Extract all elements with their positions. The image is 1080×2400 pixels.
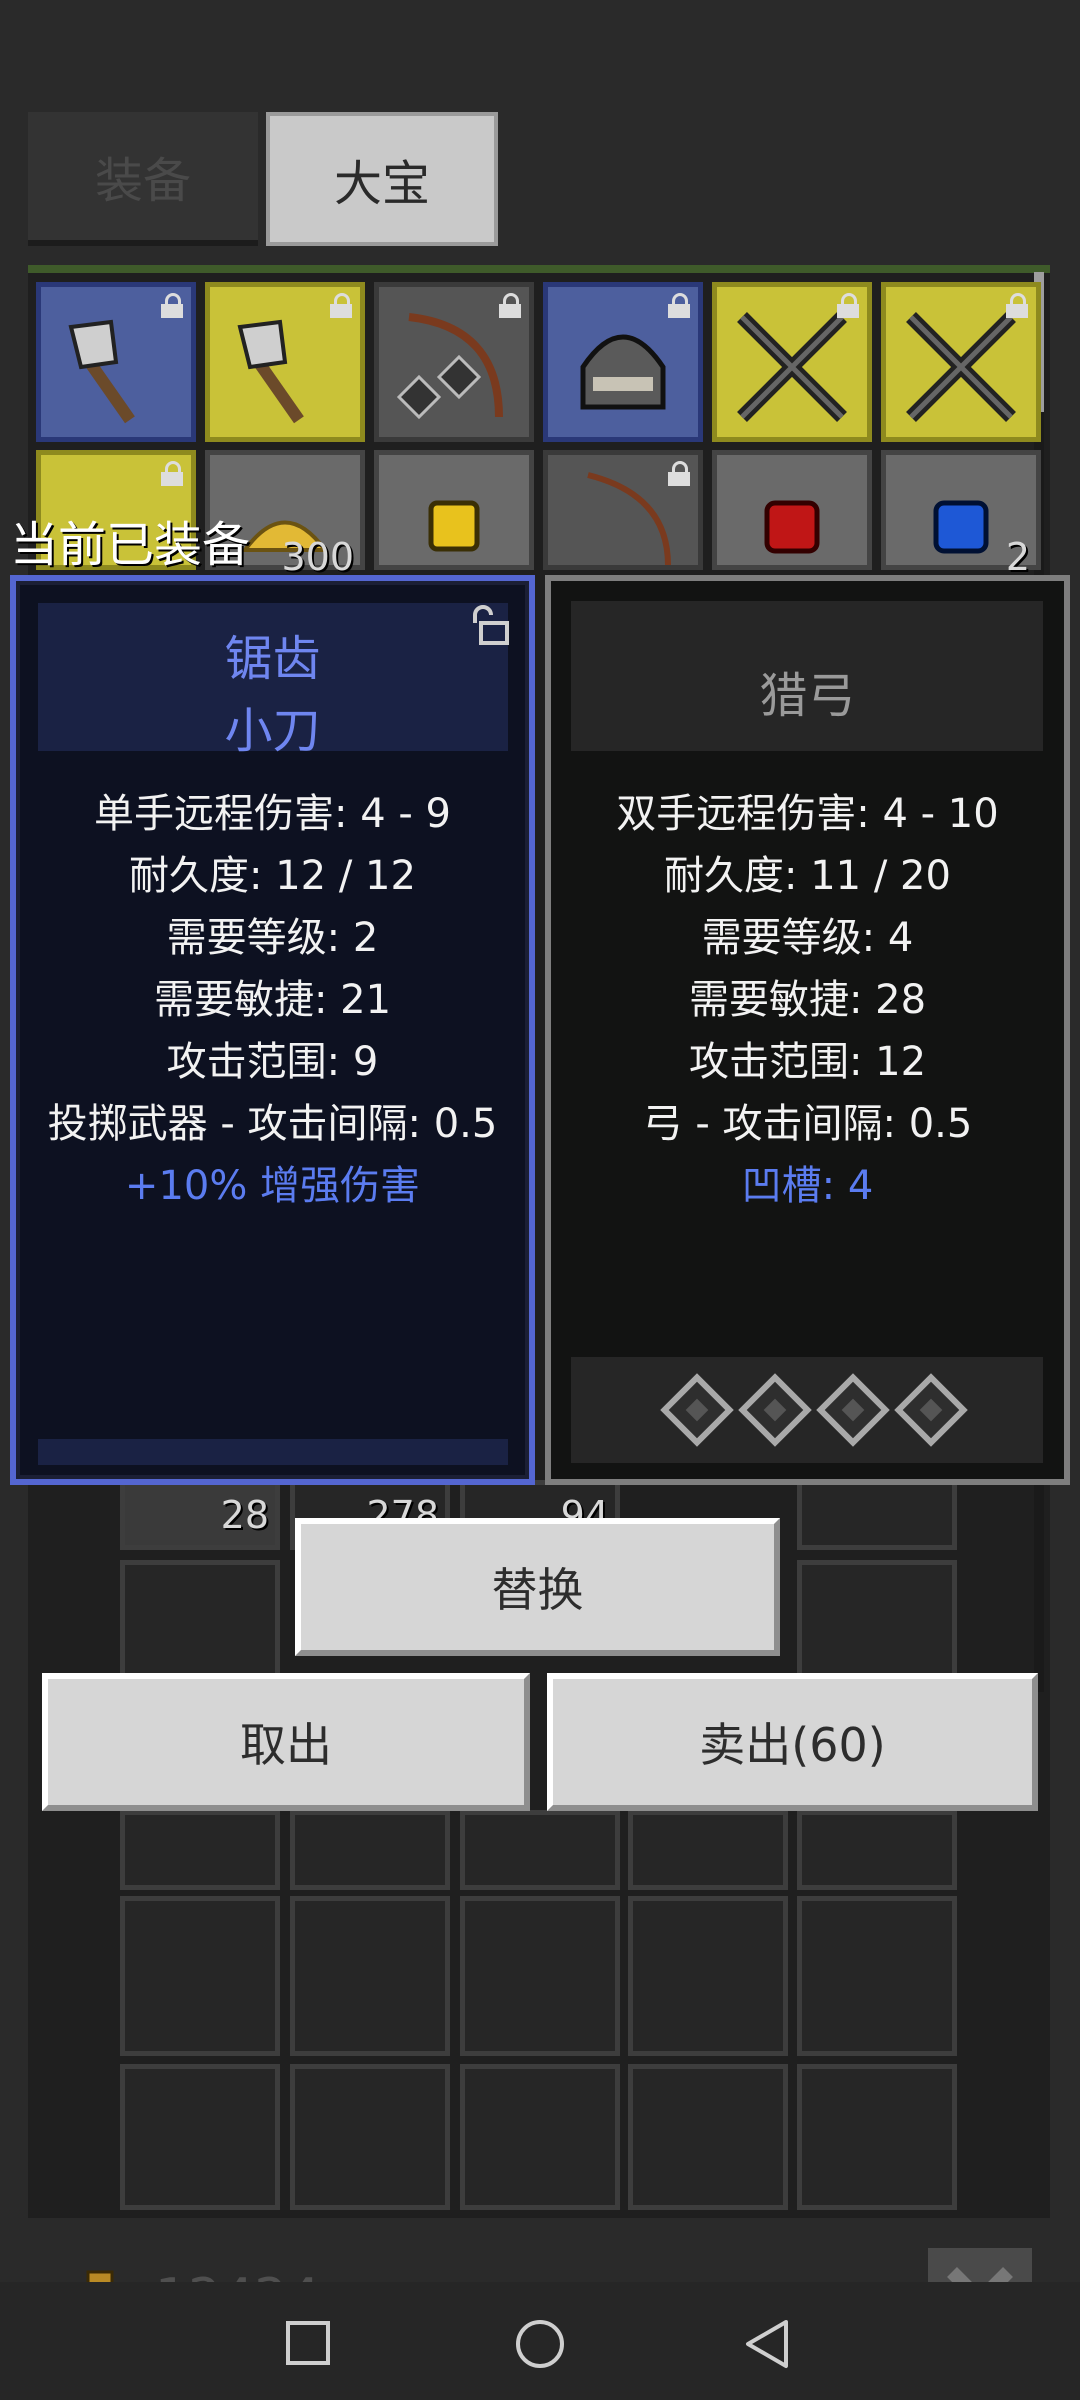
inventory-slot[interactable] (290, 1896, 450, 2056)
back-icon[interactable] (742, 2318, 792, 2370)
inventory-slot-yellow-gem[interactable] (374, 450, 534, 570)
item-name-line2: 小刀 (224, 703, 321, 759)
inventory-slot-helmet[interactable] (543, 282, 703, 442)
stat-damage: 双手远程伤害: 4 - 10 (616, 791, 999, 837)
red-gem-icon (764, 500, 820, 554)
equipped-item-name: 猎弓 (759, 668, 856, 724)
empty-socket-icon (738, 1373, 812, 1447)
lock-icon (668, 293, 690, 319)
stat-attack-range: 攻击范围: 9 (166, 1039, 379, 1085)
sell-button[interactable]: 卖出(60) (547, 1673, 1038, 1811)
inventory-slot[interactable] (460, 2064, 620, 2210)
inventory-slot-bow-2[interactable] (543, 450, 703, 570)
lock-icon (668, 461, 690, 487)
inventory-slot-axe-2[interactable] (205, 282, 365, 442)
inventory-slot[interactable] (460, 1896, 620, 2056)
empty-socket-icon (894, 1373, 968, 1447)
system-navigation-bar (0, 2282, 1080, 2400)
stat-damage: 单手远程伤害: 4 - 9 (94, 791, 451, 837)
item-quantity: 28 (220, 1493, 269, 1537)
inventory-slot[interactable] (460, 1810, 620, 1890)
selected-item-card: 锯齿 小刀 单手远程伤害: 4 - 9 耐久度: 12 / 12 需要等级: 2… (10, 575, 535, 1485)
inventory-slot[interactable] (628, 1896, 788, 2056)
recent-apps-icon[interactable] (285, 2320, 331, 2366)
inventory-slot[interactable] (797, 2064, 957, 2210)
inventory-slot-crossed-sticks-2[interactable] (881, 282, 1041, 442)
home-icon[interactable] (514, 2318, 566, 2370)
stat-durability: 耐久度: 11 / 20 (664, 853, 951, 899)
lock-icon (161, 293, 183, 319)
take-out-button[interactable]: 取出 (42, 1673, 530, 1811)
inventory-slot[interactable] (120, 2064, 280, 2210)
stat-sockets: 凹槽: 4 (741, 1163, 874, 1209)
stat-required-dex: 需要敏捷: 28 (688, 977, 927, 1023)
stat-bonus: +10% 增强伤害 (124, 1163, 421, 1209)
yellow-gem-icon (428, 500, 480, 552)
lock-icon (1006, 293, 1028, 319)
lock-icon (499, 293, 521, 319)
empty-socket-icon (816, 1373, 890, 1447)
equipped-title: 当前已装备 (10, 517, 251, 573)
stat-attack-interval: 投掷武器 - 攻击间隔: 0.5 (47, 1101, 498, 1147)
inventory-slot[interactable] (628, 1810, 788, 1890)
item-name-line1: 锯齿 (224, 631, 321, 687)
inventory-slot[interactable] (120, 1896, 280, 2056)
inventory-slot-blue-gem[interactable]: 2 (881, 450, 1041, 579)
inventory-slot-crossed-sticks[interactable] (712, 282, 872, 442)
lock-icon (161, 461, 183, 487)
stat-required-dex: 需要敏捷: 21 (153, 977, 392, 1023)
stat-attack-interval: 弓 - 攻击间隔: 0.5 (642, 1101, 973, 1147)
inventory-slot-axe[interactable] (36, 282, 196, 442)
card-footer (38, 1439, 508, 1465)
lock-icon (837, 293, 859, 319)
socket-bar (571, 1357, 1043, 1463)
equipped-item-card: 猎弓 双手远程伤害: 4 - 10 耐久度: 11 / 20 需要等级: 4 需… (545, 575, 1070, 1485)
inventory-slot-potion[interactable]: 28 (120, 1480, 280, 1550)
stat-required-level: 需要等级: 4 (701, 915, 914, 961)
inventory-slot-bow[interactable] (374, 282, 534, 442)
inventory-slot[interactable] (628, 2064, 788, 2210)
item-quantity: 2 (1005, 535, 1030, 579)
inventory-slot[interactable] (797, 1896, 957, 2056)
inventory-slot[interactable] (797, 1480, 957, 1550)
replace-button[interactable]: 替换 (295, 1518, 780, 1656)
inventory-slot[interactable] (290, 1810, 450, 1890)
stat-required-level: 需要等级: 2 (166, 915, 379, 961)
item-quantity: 300 (281, 535, 354, 579)
inventory-slot[interactable] (797, 1810, 957, 1890)
inventory-slot[interactable] (290, 2064, 450, 2210)
inventory-slot-red-gem[interactable] (712, 450, 872, 570)
stat-durability: 耐久度: 12 / 12 (129, 853, 416, 899)
lock-icon (330, 293, 352, 319)
stat-attack-range: 攻击范围: 12 (688, 1039, 927, 1085)
tab-bag[interactable]: 大宝 (266, 112, 498, 246)
inventory-slot[interactable] (120, 1810, 280, 1890)
empty-socket-icon (660, 1373, 734, 1447)
tab-equipment[interactable]: 装备 (28, 112, 258, 246)
